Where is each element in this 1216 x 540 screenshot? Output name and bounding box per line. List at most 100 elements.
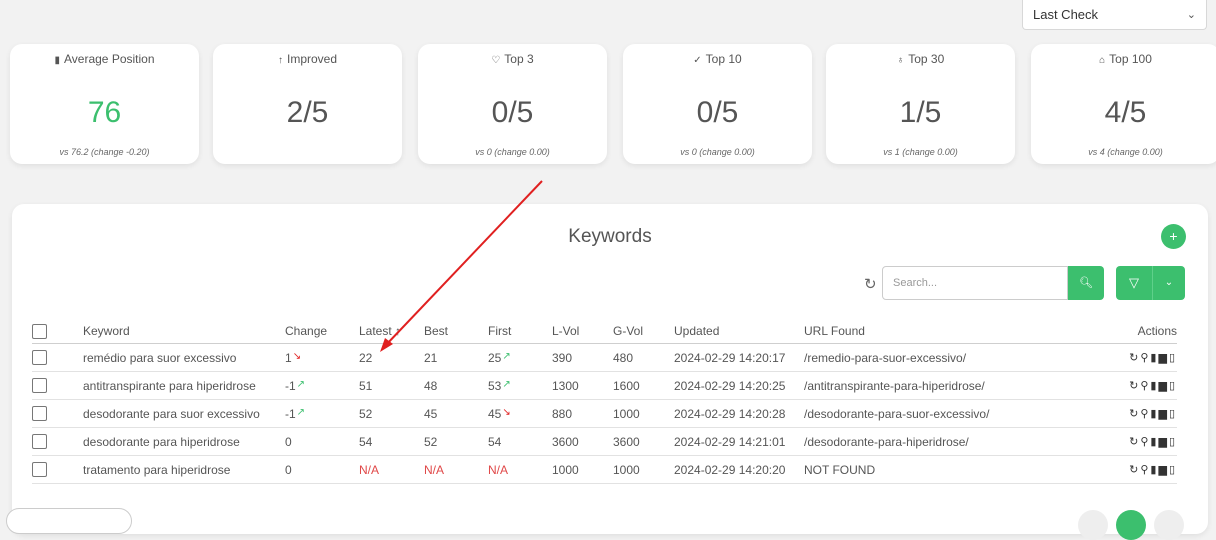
best-cell: N/A	[424, 455, 488, 484]
url-cell[interactable]: /desodorante-para-suor-excessivo/	[804, 399, 1076, 428]
bookmark-icon[interactable]: ▆	[1158, 408, 1168, 420]
url-cell[interactable]: NOT FOUND	[804, 455, 1076, 484]
actions-cell: ↻⚲▮▆▯	[1076, 455, 1177, 484]
row-checkbox[interactable]	[32, 406, 47, 422]
latest-cell: N/A	[359, 455, 424, 484]
stat-title: ✓ Top 10	[693, 52, 742, 66]
select-all-checkbox[interactable]	[32, 323, 47, 339]
filter-button[interactable]: ▽	[1116, 266, 1152, 300]
col-updated[interactable]: Updated	[674, 319, 804, 344]
stat-value: 76	[87, 96, 122, 129]
stat-card: ♁ Top 30 1/5 vs 1 (change 0.00)	[826, 44, 1015, 164]
actions-cell: ↻⚲▮▆▯	[1076, 371, 1177, 400]
updated-cell: 2024-02-29 14:20:20	[674, 455, 804, 484]
search-icon: 🔍︎	[1079, 277, 1093, 289]
delete-icon[interactable]: ▯	[1169, 380, 1177, 392]
best-cell: 52	[424, 427, 488, 456]
keywords-panel: Keywords + ↻ Search... 🔍︎ ▽ ⌄ Keyword Ch…	[12, 204, 1208, 534]
stat-value: 1/5	[899, 96, 942, 129]
stat-value: 2/5	[286, 96, 329, 129]
delete-icon[interactable]: ▯	[1169, 408, 1177, 420]
actions-cell: ↻⚲▮▆▯	[1076, 399, 1177, 428]
search-icon[interactable]: ⚲	[1140, 464, 1150, 476]
recheck-icon[interactable]: ↻	[1129, 352, 1140, 364]
recheck-icon[interactable]: ↻	[1129, 380, 1140, 392]
lvol-cell: 880	[552, 399, 613, 428]
date-range-select[interactable]: Last Check ⌄	[1022, 0, 1207, 30]
url-cell[interactable]: /remedio-para-suor-excessivo/	[804, 343, 1076, 372]
stat-title: ♡ Top 3	[491, 52, 534, 66]
stat-comparison: vs 0 (change 0.00)	[680, 147, 755, 157]
col-change[interactable]: Change	[285, 319, 359, 344]
delete-icon[interactable]: ▯	[1169, 436, 1177, 448]
bookmark-icon[interactable]: ▆	[1158, 352, 1168, 364]
stat-title: ♁ Top 30	[896, 52, 945, 66]
trend-up-icon: ↗	[296, 378, 306, 390]
bookmark-icon[interactable]: ▆	[1158, 464, 1168, 476]
keyword-cell: desodorante para suor excessivo	[83, 399, 285, 428]
date-range-value: Last Check	[1033, 7, 1099, 22]
latest-cell: 51	[359, 371, 424, 400]
row-checkbox[interactable]	[32, 350, 47, 366]
bookmark-icon[interactable]: ▆	[1158, 436, 1168, 448]
best-cell: 45	[424, 399, 488, 428]
recheck-icon[interactable]: ↻	[1129, 464, 1140, 476]
updated-cell: 2024-02-29 14:21:01	[674, 427, 804, 456]
keyword-cell: desodorante para hiperidrose	[83, 427, 285, 456]
row-checkbox[interactable]	[32, 462, 47, 478]
bookmark-icon[interactable]: ▆	[1158, 380, 1168, 392]
updated-cell: 2024-02-29 14:20:28	[674, 399, 804, 428]
col-first[interactable]: First	[488, 319, 552, 344]
add-keyword-button[interactable]: +	[1161, 224, 1186, 249]
latest-cell: 22	[359, 343, 424, 372]
trend-up-icon: ↗	[502, 378, 511, 390]
recheck-icon[interactable]: ↻	[1129, 436, 1140, 448]
gvol-cell: 1600	[613, 371, 674, 400]
latest-cell: 54	[359, 427, 424, 456]
refresh-icon[interactable]: ↻	[864, 275, 877, 293]
stat-comparison: vs 4 (change 0.00)	[1088, 147, 1163, 157]
stat-title: ↑ Improved	[277, 52, 338, 66]
arrow-up-icon: ↑	[277, 55, 283, 66]
url-cell[interactable]: /desodorante-para-hiperidrose/	[804, 427, 1076, 456]
delete-icon[interactable]: ▯	[1169, 352, 1177, 364]
row-checkbox[interactable]	[32, 434, 47, 450]
delete-icon[interactable]: ▯	[1169, 464, 1177, 476]
trend-up-icon: ↗	[296, 406, 306, 418]
search-icon[interactable]: ⚲	[1140, 380, 1150, 392]
stat-card: ⌂ Top 100 4/5 vs 4 (change 0.00)	[1031, 44, 1216, 164]
col-latest[interactable]: Latest ↑	[359, 319, 424, 344]
stat-card: ↑ Improved 2/5	[213, 44, 402, 164]
table-row: antitranspirante para hiperidrose -1↗ 51 48…	[32, 371, 1177, 400]
page-size-select[interactable]	[6, 508, 132, 534]
row-checkbox[interactable]	[32, 378, 47, 394]
col-gvol[interactable]: G-Vol	[613, 319, 674, 344]
sort-asc-icon: ↑	[395, 324, 402, 338]
latest-cell: 52	[359, 399, 424, 428]
updated-cell: 2024-02-29 14:20:17	[674, 343, 804, 372]
search-icon[interactable]: ⚲	[1140, 408, 1150, 420]
recheck-icon[interactable]: ↻	[1129, 408, 1140, 420]
stat-card: ✓ Top 10 0/5 vs 0 (change 0.00)	[623, 44, 812, 164]
stat-title: ▮ Average Position	[54, 52, 155, 66]
updated-cell: 2024-02-29 14:20:25	[674, 371, 804, 400]
search-input[interactable]: Search...	[882, 266, 1068, 300]
col-url[interactable]: URL Found	[804, 319, 1076, 344]
search-icon[interactable]: ⚲	[1140, 436, 1150, 448]
actions-cell: ↻⚲▮▆▯	[1076, 427, 1177, 456]
prev-page-button[interactable]	[1078, 510, 1108, 540]
trend-down-icon: ↘	[292, 350, 302, 362]
col-keyword[interactable]: Keyword	[83, 319, 285, 344]
search-button[interactable]: 🔍︎	[1068, 266, 1104, 300]
col-lvol[interactable]: L-Vol	[552, 319, 613, 344]
next-page-button[interactable]	[1154, 510, 1184, 540]
stat-comparison: vs 0 (change 0.00)	[475, 147, 550, 157]
current-page-button[interactable]	[1116, 510, 1146, 540]
lvol-cell: 1300	[552, 371, 613, 400]
url-cell[interactable]: /antitranspirante-para-hiperidrose/	[804, 371, 1076, 400]
col-best[interactable]: Best	[424, 319, 488, 344]
search-icon[interactable]: ⚲	[1140, 352, 1150, 364]
trend-up-icon: ↗	[502, 350, 511, 362]
best-cell: 48	[424, 371, 488, 400]
filter-dropdown-button[interactable]: ⌄	[1152, 266, 1185, 300]
